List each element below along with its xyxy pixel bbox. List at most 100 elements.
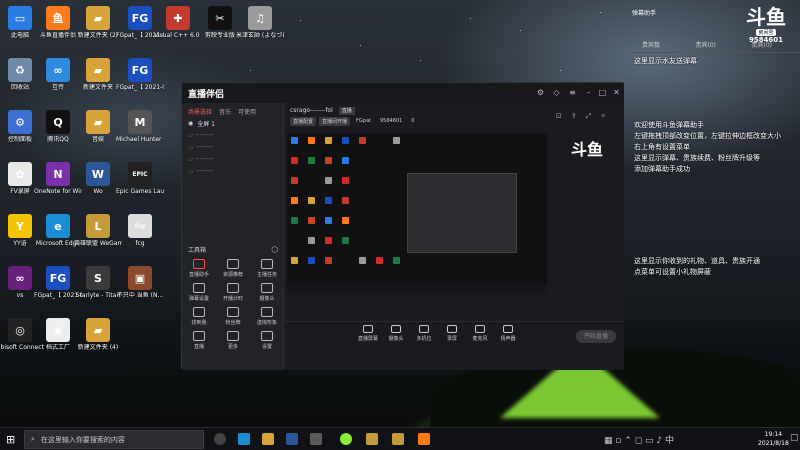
lock-icon[interactable]: ⊡ <box>556 112 562 121</box>
control-button[interactable]: 扬声器 <box>495 325 521 342</box>
tab-vip-a[interactable]: 贵宾(0) <box>696 40 717 49</box>
tool-button[interactable]: 摄像头 <box>250 283 284 302</box>
maximize-icon[interactable]: □ <box>598 88 607 97</box>
danmu-helper-panel[interactable]: 弹幕助手 贵宾数 贵宾(0) 贵宾(0) 这里显示水友送弹幕 欢迎使用斗鱼弹幕助… <box>627 0 800 450</box>
desktop-icon[interactable]: ▰ 新建文件夹 (4) <box>74 316 122 366</box>
lol-taskbar-icon[interactable] <box>366 433 378 445</box>
tool-button[interactable]: 主播任务 <box>250 259 284 278</box>
search-box[interactable]: ⌕ 在这里输入你要搜索的内容 <box>24 430 204 449</box>
stream-preview[interactable] <box>287 133 547 293</box>
tool-button[interactable]: 资源推荐 <box>216 259 250 278</box>
tool-icon <box>261 331 273 341</box>
desktop-icon-label: Starlyte - Titan <box>75 292 121 299</box>
control-button[interactable]: 麦克风 <box>467 325 493 342</box>
app-icon: M <box>128 110 152 134</box>
live-companion-window[interactable]: 直播伴侣 ⚙ ◇ ≡ – □ ✕ 场景选择 音乐 可使用 ◉ 全屏 1 ▭ ───… <box>181 82 624 370</box>
control-button[interactable]: 多机位 <box>411 325 437 342</box>
clock[interactable]: 19:14 2021/8/18 <box>758 430 789 448</box>
fullscreen-icon[interactable]: ⤢ <box>586 112 592 121</box>
app-taskbar-icon[interactable] <box>340 433 352 445</box>
app-taskbar-icon[interactable] <box>310 433 322 445</box>
notification-icon[interactable]: ▢ <box>790 433 799 443</box>
tool-icon <box>193 259 205 269</box>
app-icon: ✿ <box>8 162 32 186</box>
store-taskbar-icon[interactable] <box>286 433 298 445</box>
room-title[interactable]: csrago-------fol <box>290 107 333 114</box>
danmu-line: 这里显示弹幕、贵族续费、粉丝牌升级等 <box>634 154 760 162</box>
menu-icon[interactable]: ≡ <box>568 88 577 97</box>
desktop-icon[interactable]: W Wo <box>74 160 122 210</box>
preview-desktop-icon <box>393 257 400 264</box>
app-titlebar[interactable]: 直播伴侣 ⚙ ◇ ≡ – □ ✕ <box>182 83 624 103</box>
desktop-icon[interactable]: M Michael Hunter - ... <box>116 108 164 158</box>
desktop-icon[interactable]: FG FGpat_【 2021-08-1... <box>116 56 164 106</box>
eye-icon[interactable]: ◉ <box>188 120 193 127</box>
app-icon: FG <box>128 58 152 82</box>
start-live-button[interactable]: 开始直播 <box>576 330 616 343</box>
scene-item[interactable]: ▭ ───── <box>182 141 283 153</box>
app-icon: ⚙ <box>8 110 32 134</box>
desktop-icon[interactable]: S Starlyte - Titan <box>74 264 122 314</box>
app-logo: 直播伴侣 <box>188 89 225 100</box>
tool-icon <box>227 307 239 317</box>
scene-item[interactable]: ▭ ───── <box>182 129 283 141</box>
scene-item[interactable]: ▭ ───── <box>182 153 283 165</box>
app-icon: FG <box>46 266 70 290</box>
tool-button[interactable]: 直播助手 <box>182 259 216 278</box>
tab-vip-count[interactable]: 贵宾数 <box>642 40 660 49</box>
tool-button[interactable]: 开播计时 <box>216 283 250 302</box>
viewer-count: 0 <box>411 118 415 124</box>
windows-start-icon[interactable]: ⊞ <box>6 433 15 446</box>
tool-button[interactable]: 虚拟形象 <box>250 307 284 326</box>
desktop-icon[interactable]: EPIC Epic Games Launcher <box>116 160 164 210</box>
tool-label: 找到我 <box>191 320 207 326</box>
close-icon[interactable]: ✕ <box>612 88 621 97</box>
tab-music[interactable]: 音乐 <box>219 107 231 116</box>
danmu-line: 欢迎使用斗鱼弹幕助手 <box>634 121 704 129</box>
tool-button[interactable]: 直播 <box>182 331 216 350</box>
tab-scenes[interactable]: 场景选择 <box>188 107 212 116</box>
tool-button[interactable]: 粉丝牌 <box>216 307 250 326</box>
tool-icon <box>193 307 205 317</box>
toolbox-more-icon[interactable]: ◯ <box>271 246 278 253</box>
tool-label: 直播助手 <box>188 272 209 278</box>
settings-icon[interactable]: ✧ <box>600 112 606 121</box>
explorer-taskbar-icon[interactable] <box>262 433 274 445</box>
desktop-icon[interactable]: ▰ 新建文件夹 <box>74 56 122 106</box>
app-icon: ✚ <box>166 6 190 30</box>
room-tag[interactable]: 直播 <box>338 107 355 115</box>
scene-item[interactable]: ▭ ───── <box>182 165 283 177</box>
desktop-icon[interactable]: L 英雄联盟 WeGame版 <box>74 212 122 262</box>
tray-icons[interactable]: ▦ ▫ ⌃ ◻ ▭ ♪ 中 <box>604 433 674 446</box>
douyu-taskbar-icon[interactable] <box>418 433 430 445</box>
control-button[interactable]: 录屏 <box>439 325 465 342</box>
control-button[interactable]: 直播屏幕 <box>355 325 381 342</box>
desktop-icon[interactable]: ▰ 新建文件夹 (2) <box>74 4 122 54</box>
task-view-icon[interactable] <box>214 433 226 445</box>
desktop-icon[interactable]: ▣ 不只中 当鱼 (N... <box>116 264 164 314</box>
desktop-icon[interactable]: ♫ 米津玄師 (よなづけん... <box>236 4 284 54</box>
app-icon: Q <box>46 110 70 134</box>
lol-taskbar-icon[interactable] <box>392 433 404 445</box>
room-config-button[interactable]: 直播配置 <box>290 117 317 126</box>
room-info: csrago-------fol 直播 直播配置 直播间开播 FGpat 958… <box>285 103 545 133</box>
tool-icon <box>261 283 273 293</box>
tab-available[interactable]: 可使用 <box>238 107 256 116</box>
control-button[interactable]: 摄像头 <box>383 325 409 342</box>
room-open-button[interactable]: 直播间开播 <box>319 117 351 126</box>
desktop-icon[interactable]: ▰ 音娱 <box>74 108 122 158</box>
share-icon[interactable]: ⇪ <box>571 112 577 121</box>
tool-button[interactable]: 找到我 <box>182 307 216 326</box>
settings-icon[interactable]: ⚙ <box>536 88 545 97</box>
tool-icon <box>193 331 205 341</box>
edge-taskbar-icon[interactable] <box>238 433 250 445</box>
scene-item[interactable]: ◉ 全屏 1 <box>182 117 283 129</box>
minimize-icon[interactable]: – <box>584 88 593 97</box>
app-icon: 鱼 <box>46 6 70 30</box>
desktop-icon[interactable]: ✚ Visual C++ 6.0 (完整... <box>154 4 202 54</box>
tool-button[interactable]: 弹幕设置 <box>182 283 216 302</box>
tool-button[interactable]: 设置 <box>250 331 284 350</box>
skin-icon[interactable]: ◇ <box>552 88 561 97</box>
desktop-icon[interactable]: fcg fcg <box>116 212 164 262</box>
tool-button[interactable]: 更多 <box>216 331 250 350</box>
